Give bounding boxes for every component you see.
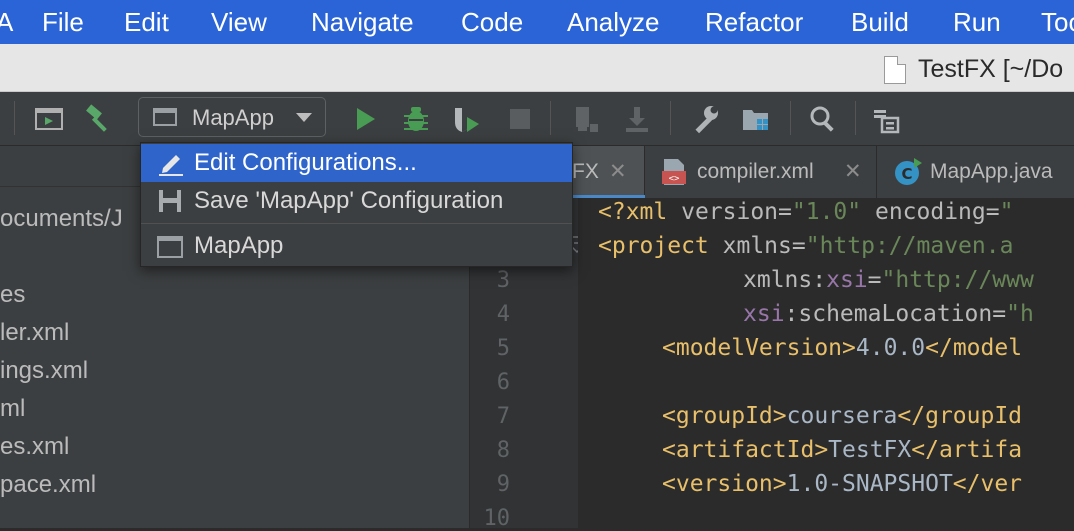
menu-file[interactable]: File: [42, 7, 84, 38]
project-tree-item[interactable]: ler.xml: [0, 319, 69, 347]
svg-text:<>: <>: [669, 174, 680, 184]
run-with-coverage-icon[interactable]: [452, 104, 482, 134]
tab-label: FX: [572, 160, 599, 183]
stop-icon[interactable]: [505, 104, 535, 134]
line-number: 10: [483, 506, 511, 531]
menu-refactor[interactable]: Refactor: [705, 7, 803, 38]
code-line: <?xml version="1.0" encoding=": [598, 199, 1014, 225]
tab-label: compiler.xml: [697, 160, 814, 183]
menu-item-label: Save 'MapApp' Configuration: [194, 187, 504, 214]
toolbar-separator: [790, 101, 791, 135]
line-number: 9: [496, 472, 510, 497]
edit-configurations-item[interactable]: Edit Configurations...: [141, 144, 572, 182]
code-line: xsi:schemaLocation="h: [743, 301, 1034, 327]
menu-bar: A File Edit View Navigate Code Analyze R…: [0, 0, 1074, 44]
line-number: 6: [496, 370, 510, 395]
menu-analyze[interactable]: Analyze: [567, 7, 660, 38]
xml-file-icon: <>: [662, 159, 686, 185]
save-icon: [159, 190, 181, 212]
vcs-update-icon[interactable]: [572, 104, 602, 134]
menu-build[interactable]: Build: [851, 7, 909, 38]
code-line: <project xmlns="http://maven.a: [598, 233, 1014, 259]
code-line: xmlns:xsi="http://www: [743, 267, 1034, 293]
project-tree-item[interactable]: ml: [0, 395, 25, 423]
line-number: 4: [496, 302, 510, 327]
close-icon[interactable]: ✕: [609, 159, 627, 184]
menu-tools[interactable]: Too: [1041, 7, 1074, 38]
build-hammer-icon[interactable]: [84, 104, 114, 134]
code-line: <modelVersion>4.0.0</model: [662, 335, 1023, 361]
window-title: TestFX [~/Do: [918, 55, 1064, 83]
project-tree-item[interactable]: pace.xml: [0, 471, 96, 499]
settings-wrench-icon[interactable]: [690, 104, 720, 134]
tab-compiler-xml[interactable]: <> compiler.xml ✕: [645, 146, 877, 198]
debug-icon[interactable]: [401, 104, 431, 134]
search-icon[interactable]: [808, 104, 838, 134]
menu-navigate[interactable]: Navigate: [311, 7, 414, 38]
toolbar-separator: [14, 101, 15, 135]
toolbar-separator: [670, 101, 671, 135]
menu-item-label: Edit Configurations...: [194, 149, 417, 176]
sdk-icon[interactable]: [872, 104, 902, 134]
toolbar-separator: [855, 101, 856, 135]
run-configuration-label: MapApp: [192, 105, 274, 130]
application-config-icon: [157, 236, 183, 258]
document-icon: [884, 56, 906, 84]
close-icon[interactable]: ✕: [844, 159, 862, 184]
save-configuration-item[interactable]: Save 'MapApp' Configuration: [141, 182, 572, 220]
project-tree-item[interactable]: es.xml: [0, 433, 69, 461]
project-structure-icon[interactable]: [34, 104, 64, 134]
line-number: 3: [496, 268, 510, 293]
menu-code[interactable]: Code: [461, 7, 523, 38]
project-root-path[interactable]: ocuments/J: [0, 205, 123, 233]
run-configuration-dropdown: Edit Configurations... Save 'MapApp' Con…: [140, 142, 573, 267]
application-config-icon: [153, 108, 177, 126]
run-icon[interactable]: [350, 104, 380, 134]
menu-separator: [141, 223, 572, 224]
line-number: 5: [496, 336, 510, 361]
mapapp-configuration-item[interactable]: MapApp: [141, 227, 572, 265]
menu-app[interactable]: A: [0, 7, 13, 38]
code-line: <version>1.0-SNAPSHOT</ver: [662, 471, 1023, 497]
menu-view[interactable]: View: [211, 7, 267, 38]
code-line: <groupId>coursera</groupId: [662, 403, 1023, 429]
menu-edit[interactable]: Edit: [124, 7, 169, 38]
vcs-commit-icon[interactable]: [622, 104, 652, 134]
line-number: 8: [496, 438, 510, 463]
project-tree-item[interactable]: ings.xml: [0, 357, 88, 385]
tab-mapapp-java[interactable]: C MapApp.java: [877, 146, 1074, 198]
window-title-bar: TestFX [~/Do: [0, 44, 1074, 92]
menu-item-label: MapApp: [194, 232, 284, 259]
dropdown-arrow-icon: [296, 113, 312, 122]
main-toolbar: MapApp: [0, 92, 1074, 146]
tab-label: MapApp.java: [930, 160, 1053, 183]
pencil-icon: [159, 155, 183, 176]
java-class-icon: C: [895, 158, 922, 185]
menu-run[interactable]: Run: [953, 7, 1001, 38]
toolbar-separator: [550, 101, 551, 135]
run-configuration-selector[interactable]: MapApp: [138, 97, 326, 137]
code-line: <artifactId>TestFX</artifa: [662, 437, 1023, 463]
project-structure-folder-icon[interactable]: [741, 104, 771, 134]
code-editor[interactable]: <?xml version="1.0" encoding=" <project …: [578, 198, 1074, 528]
svg-text:C: C: [901, 165, 912, 183]
project-tree-item[interactable]: es: [0, 281, 25, 309]
line-number: 7: [496, 404, 510, 429]
